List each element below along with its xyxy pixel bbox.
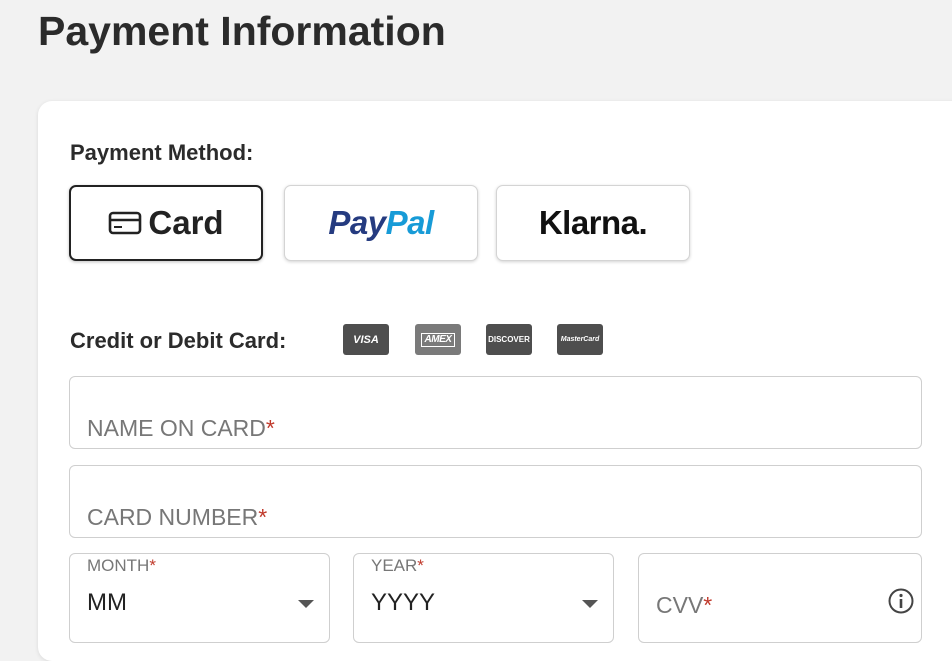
page-title: Payment Information — [38, 8, 446, 54]
credit-debit-label: Credit or Debit Card: — [70, 328, 287, 353]
card-method-button[interactable]: Card — [69, 185, 263, 261]
visa-logo: VISA — [343, 324, 389, 355]
month-select[interactable]: MONTH* MM — [69, 553, 330, 643]
credit-card-icon — [109, 211, 142, 235]
month-value: MM — [87, 589, 127, 616]
card-number-field[interactable]: CARD NUMBER* — [69, 465, 922, 538]
card-method-label: Card — [148, 204, 224, 241]
cvv-field[interactable]: CVV* — [638, 553, 922, 643]
paypal-method-button[interactable]: PayPal — [284, 185, 478, 261]
klarna-method-button[interactable]: Klarna. — [496, 185, 690, 261]
chevron-down-icon — [298, 600, 314, 608]
year-select[interactable]: YEAR* YYYY — [353, 553, 614, 643]
month-label: MONTH* — [87, 556, 156, 575]
paypal-logo: PayPal — [328, 204, 434, 241]
amex-logo: AMEX — [415, 324, 461, 355]
discover-logo: DISCOVER — [486, 324, 532, 355]
year-label: YEAR* — [371, 556, 424, 575]
year-value: YYYY — [371, 589, 436, 616]
payment-panel: Payment Method: Card PayPal Klarna. Cred… — [38, 101, 952, 661]
name-on-card-placeholder: NAME ON CARD* — [87, 415, 275, 441]
cvv-placeholder: CVV* — [656, 592, 713, 618]
payment-method-label: Payment Method: — [70, 140, 254, 165]
name-on-card-field[interactable]: NAME ON CARD* — [69, 376, 922, 449]
klarna-logo: Klarna. — [538, 204, 648, 241]
mastercard-logo: MasterCard — [557, 324, 603, 355]
card-number-placeholder: CARD NUMBER* — [87, 504, 268, 530]
chevron-down-icon — [582, 600, 598, 608]
info-icon[interactable] — [887, 587, 915, 615]
